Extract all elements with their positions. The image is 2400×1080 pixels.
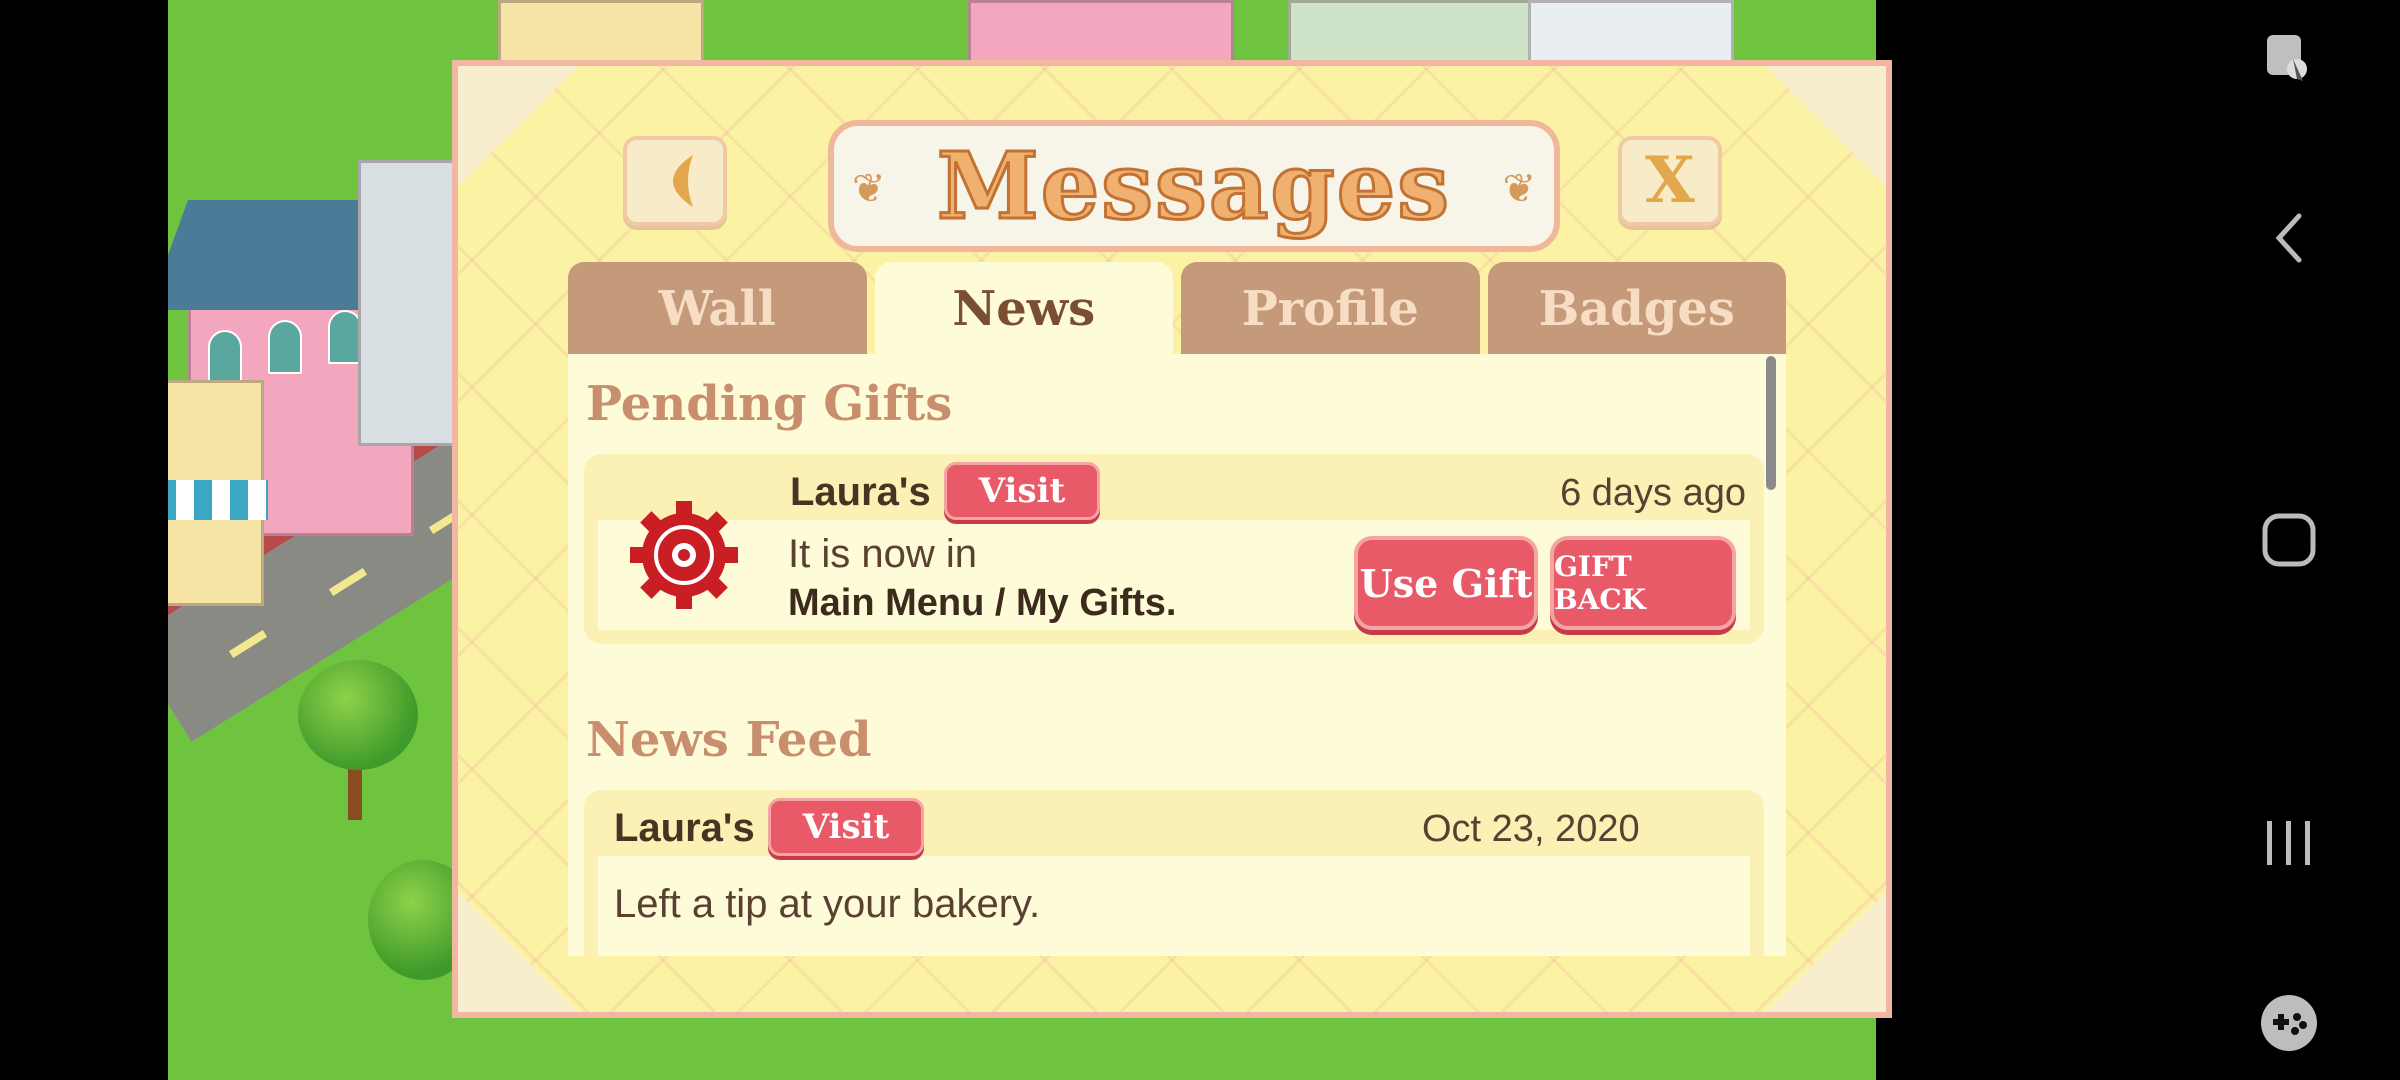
dialog-title: Messages — [935, 131, 1452, 242]
game-tools-icon[interactable] — [2244, 990, 2334, 1056]
messages-dialog: ❦ Messages ❦ X Wall News Profile Badges … — [452, 60, 1892, 1018]
tab-bar: Wall News Profile Badges — [568, 262, 1786, 356]
system-nav-bar — [2176, 0, 2400, 1080]
close-icon: X — [1645, 143, 1695, 218]
recents-icon[interactable] — [2244, 808, 2334, 878]
visit-button[interactable]: Visit — [768, 798, 924, 856]
tab-profile[interactable]: Profile — [1181, 262, 1480, 356]
title-plate: ❦ Messages ❦ — [828, 120, 1560, 252]
news-feed-heading: News Feed — [586, 712, 872, 768]
corner-ornament — [458, 892, 578, 1012]
back-arrow-icon — [673, 155, 693, 207]
corner-ornament — [1766, 66, 1886, 186]
back-button[interactable] — [623, 136, 727, 226]
back-icon[interactable] — [2244, 205, 2334, 271]
tab-wall[interactable]: Wall — [568, 262, 867, 356]
gear-icon — [630, 501, 738, 609]
visit-button[interactable]: Visit — [944, 462, 1100, 520]
tab-badges[interactable]: Badges — [1487, 262, 1786, 356]
news-date: Oct 23, 2020 — [1422, 808, 1640, 850]
tab-news[interactable]: News — [874, 262, 1173, 356]
gift-back-button[interactable]: GIFT BACK — [1550, 536, 1736, 630]
news-panel[interactable]: Pending Gifts Laura's Visit 6 days ago I… — [568, 354, 1786, 956]
home-icon[interactable] — [2244, 505, 2334, 575]
pending-gift-card: Laura's Visit 6 days ago It is now in Ma… — [584, 454, 1764, 644]
gift-message-line2: Main Menu / My Gifts. — [788, 582, 1177, 624]
scrollbar[interactable] — [1766, 356, 1776, 490]
news-sender-name: Laura's — [614, 806, 755, 850]
flourish-icon: ❦ — [852, 166, 886, 212]
corner-ornament — [458, 66, 578, 186]
news-feed-item: Laura's Visit Oct 23, 2020 Left a tip at… — [584, 790, 1764, 956]
news-message: Left a tip at your bakery. — [614, 882, 1041, 926]
gift-message-line1: It is now in — [788, 532, 977, 576]
gift-sender-name: Laura's — [790, 470, 931, 514]
pending-gifts-heading: Pending Gifts — [586, 376, 953, 432]
flourish-icon: ❦ — [1502, 166, 1536, 212]
close-button[interactable]: X — [1618, 136, 1722, 226]
screen-control-icon[interactable] — [2244, 26, 2334, 92]
use-gift-button[interactable]: Use Gift — [1354, 536, 1538, 630]
gift-time: 6 days ago — [1560, 472, 1746, 514]
